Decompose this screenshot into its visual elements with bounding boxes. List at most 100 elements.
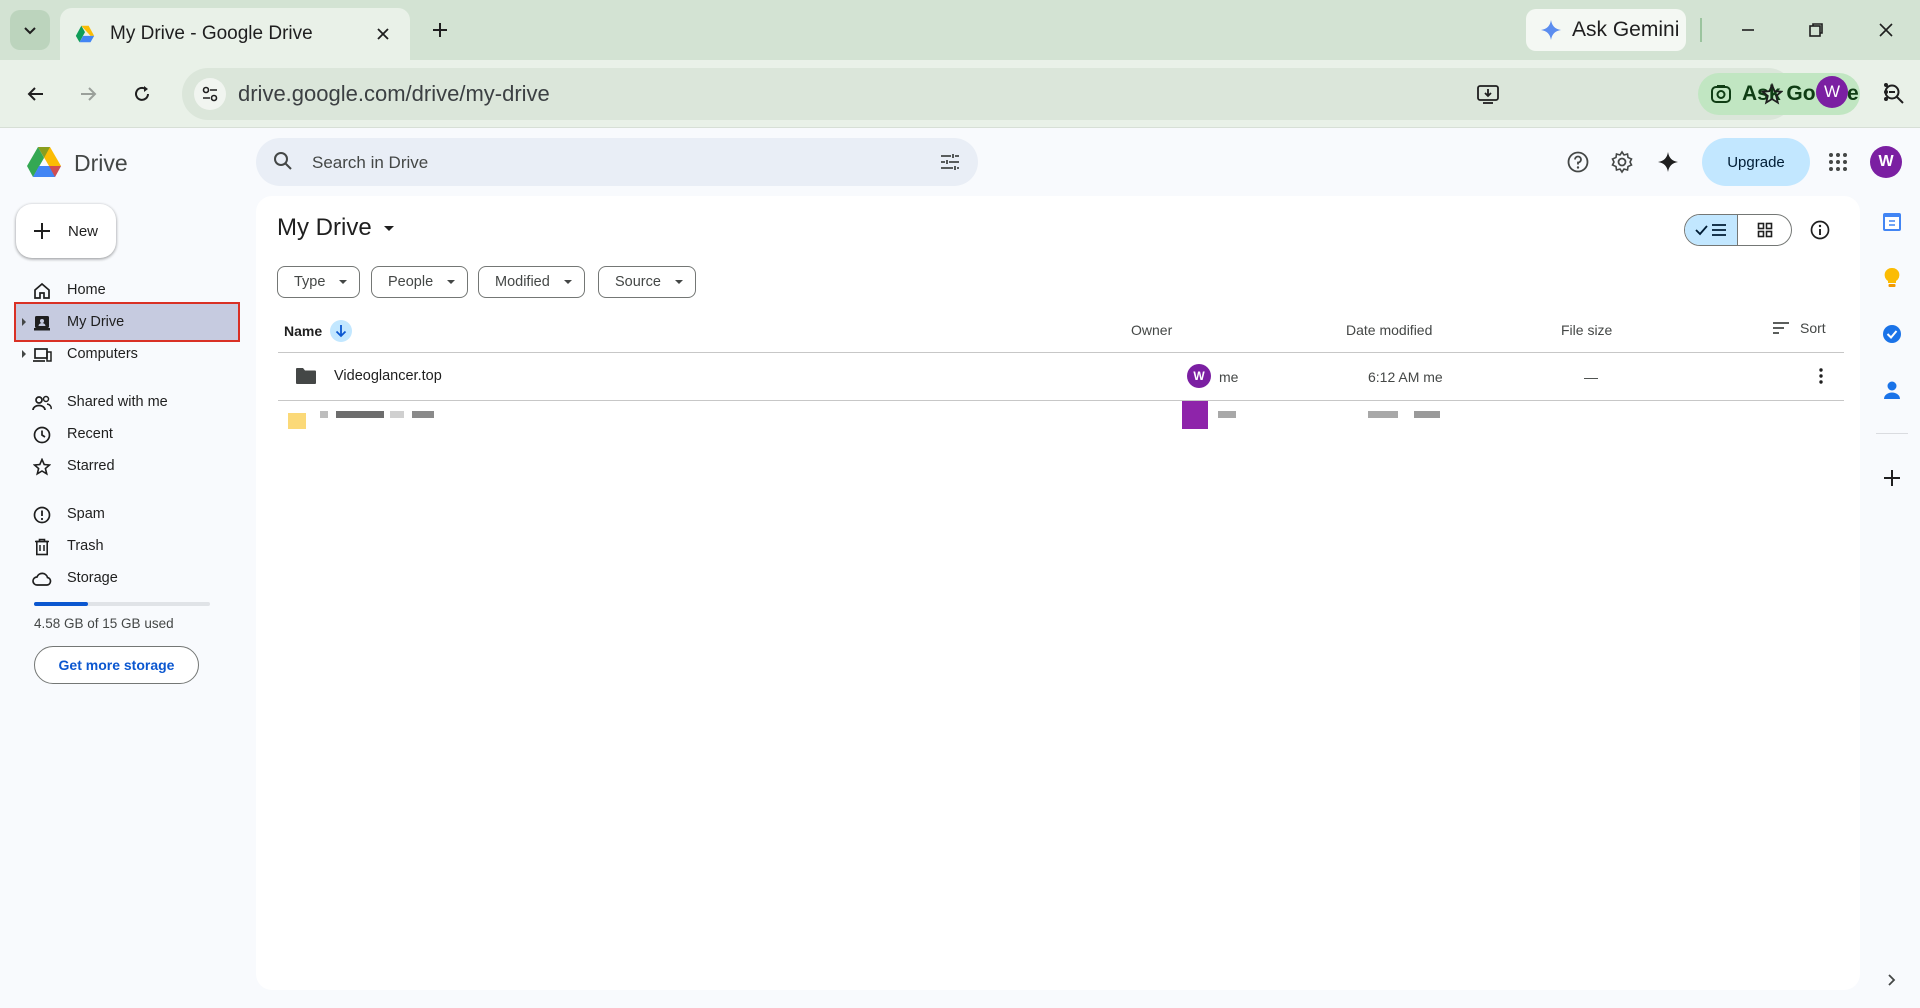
sidebar-item-label: Starred bbox=[67, 458, 115, 474]
people-icon bbox=[32, 393, 52, 413]
star-icon bbox=[32, 457, 52, 477]
computer-icon bbox=[32, 345, 52, 365]
column-header-owner[interactable]: Owner bbox=[1131, 322, 1172, 338]
filter-chip-modified[interactable]: Modified bbox=[478, 266, 585, 298]
expand-caret-icon[interactable] bbox=[22, 318, 26, 326]
filter-chip-type[interactable]: Type bbox=[277, 266, 361, 298]
drive-logo-text: Drive bbox=[74, 149, 128, 176]
sidebar-item-storage[interactable]: Storage bbox=[16, 562, 238, 594]
forward-arrow-icon[interactable] bbox=[68, 74, 108, 114]
search-icon[interactable] bbox=[272, 150, 294, 177]
new-tab-plus-icon[interactable] bbox=[424, 14, 456, 46]
tab-title: My Drive - Google Drive bbox=[110, 23, 313, 44]
sort-direction-arrow-icon[interactable] bbox=[330, 320, 353, 342]
calendar-icon[interactable] bbox=[1880, 210, 1904, 234]
placeholder-block bbox=[1368, 411, 1398, 418]
install-app-icon[interactable] bbox=[1472, 78, 1504, 110]
search-input[interactable]: Search in Drive bbox=[312, 153, 428, 173]
lens-icon bbox=[1711, 85, 1731, 103]
sidebar-item-spam[interactable]: Spam bbox=[16, 498, 238, 530]
drive-logo[interactable]: Drive bbox=[26, 146, 128, 180]
tasks-check-icon[interactable] bbox=[1880, 322, 1904, 346]
storage-usage-text: 4.58 GB of 15 GB used bbox=[34, 616, 174, 631]
grid-view-button[interactable] bbox=[1738, 215, 1791, 245]
upgrade-button[interactable]: Upgrade bbox=[1702, 138, 1810, 186]
home-icon bbox=[32, 281, 52, 301]
site-settings-icon[interactable] bbox=[194, 78, 226, 110]
sidebar-item-home[interactable]: Home bbox=[16, 274, 238, 306]
trash-icon bbox=[32, 537, 52, 557]
grid-icon bbox=[1757, 222, 1772, 238]
account-avatar[interactable]: W bbox=[1870, 146, 1902, 178]
chevron-right-icon[interactable] bbox=[1880, 968, 1904, 992]
expand-caret-icon[interactable] bbox=[22, 350, 26, 358]
sidebar-item-computers[interactable]: Computers bbox=[16, 338, 238, 370]
caret-down-icon bbox=[563, 280, 572, 284]
file-name: Videoglancer.top bbox=[334, 368, 442, 384]
sidebar-item-my-drive[interactable]: My Drive bbox=[14, 302, 240, 342]
file-size: — bbox=[1584, 369, 1598, 385]
gemini-sparkle-icon bbox=[1541, 20, 1561, 40]
ask-gemini-button[interactable]: Ask Gemini bbox=[1526, 9, 1686, 51]
owner-avatar: W bbox=[1187, 364, 1211, 388]
side-panel-divider bbox=[1876, 433, 1908, 434]
sidebar-item-label: Spam bbox=[67, 506, 105, 522]
column-header-name[interactable]: Name bbox=[284, 320, 353, 342]
close-tab-icon[interactable] bbox=[370, 21, 396, 47]
sidebar-item-label: Computers bbox=[67, 346, 138, 362]
filter-chip-people[interactable]: People bbox=[371, 266, 469, 298]
contacts-person-icon[interactable] bbox=[1880, 378, 1904, 402]
clock-icon bbox=[32, 425, 52, 445]
column-header-date-modified[interactable]: Date modified bbox=[1346, 322, 1432, 338]
url-text: drive.google.com/drive/my-drive bbox=[238, 81, 550, 106]
page-title[interactable]: My Drive bbox=[277, 214, 394, 242]
apps-grid-icon[interactable] bbox=[1822, 146, 1854, 178]
browser-menu-icon[interactable] bbox=[1870, 76, 1902, 108]
restore-window-icon[interactable] bbox=[1796, 12, 1836, 48]
column-header-file-size[interactable]: File size bbox=[1561, 322, 1612, 338]
sidebar-item-label: My Drive bbox=[67, 314, 125, 330]
date-modified: 6:12 AM me bbox=[1368, 369, 1443, 385]
keep-bulb-icon[interactable] bbox=[1880, 266, 1904, 290]
filter-chip-source[interactable]: Source bbox=[598, 266, 696, 298]
table-row-loading bbox=[278, 401, 1844, 441]
sidebar-item-trash[interactable]: Trash bbox=[16, 530, 238, 562]
caret-down-icon bbox=[339, 280, 348, 284]
minimize-icon[interactable] bbox=[1728, 12, 1768, 48]
bookmark-star-icon[interactable] bbox=[1756, 78, 1788, 110]
sort-label: Sort bbox=[1800, 320, 1826, 336]
gemini-spark-icon[interactable] bbox=[1652, 146, 1684, 178]
tab-search-button[interactable] bbox=[10, 10, 50, 50]
more-actions-icon[interactable] bbox=[1810, 365, 1832, 387]
list-view-button[interactable] bbox=[1685, 215, 1739, 245]
sort-button[interactable]: Sort bbox=[1772, 320, 1826, 336]
add-addon-plus-icon[interactable] bbox=[1880, 466, 1904, 490]
google-drive-logo-icon bbox=[27, 147, 61, 177]
back-arrow-icon[interactable] bbox=[16, 74, 56, 114]
help-icon[interactable] bbox=[1562, 146, 1594, 178]
close-window-icon[interactable] bbox=[1866, 12, 1906, 48]
tabbar-divider bbox=[1700, 18, 1702, 42]
new-button[interactable]: New bbox=[16, 204, 116, 258]
sidebar-item-recent[interactable]: Recent bbox=[16, 418, 238, 450]
sidebar-item-starred[interactable]: Starred bbox=[16, 450, 238, 482]
cloud-icon bbox=[32, 569, 52, 589]
get-more-storage-button[interactable]: Get more storage bbox=[34, 646, 199, 684]
settings-gear-icon[interactable] bbox=[1606, 146, 1638, 178]
table-row[interactable]: Videoglancer.top W me 6:12 AM me — bbox=[278, 353, 1844, 399]
address-bar[interactable]: drive.google.com/drive/my-drive Ask Goog… bbox=[182, 68, 1904, 120]
new-button-label: New bbox=[68, 222, 99, 240]
placeholder-block bbox=[1414, 411, 1440, 418]
folder-icon bbox=[296, 368, 316, 384]
reload-icon[interactable] bbox=[122, 74, 162, 114]
sidebar-item-shared-with-me[interactable]: Shared with me bbox=[16, 386, 238, 418]
info-icon[interactable] bbox=[1808, 218, 1832, 242]
search-options-icon[interactable] bbox=[938, 150, 962, 179]
caret-down-icon bbox=[383, 225, 394, 231]
browser-tab-bar: My Drive - Google Drive Ask Gemini bbox=[0, 0, 1920, 60]
browser-tab-active[interactable]: My Drive - Google Drive bbox=[60, 8, 410, 60]
filter-chip-label: Source bbox=[615, 274, 661, 290]
caret-down-icon bbox=[447, 280, 456, 284]
drive-search-bar[interactable]: Search in Drive bbox=[256, 138, 978, 186]
browser-profile-avatar[interactable]: W bbox=[1816, 76, 1848, 108]
